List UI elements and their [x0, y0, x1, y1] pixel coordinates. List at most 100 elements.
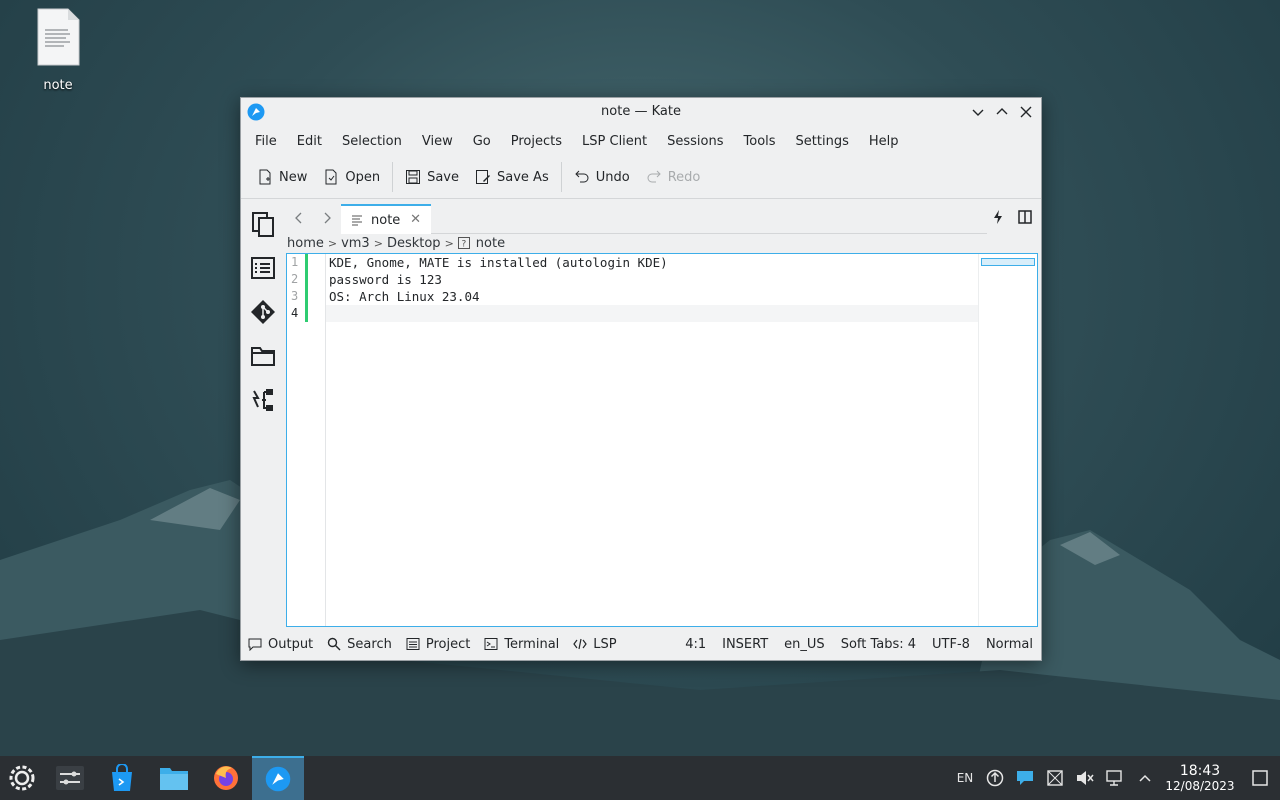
terminal-panel-button[interactable]: Terminal	[477, 637, 566, 652]
indentation-settings[interactable]: Soft Tabs: 4	[833, 637, 924, 652]
terminal-label: Terminal	[504, 636, 560, 652]
left-sidebar	[241, 202, 285, 622]
menu-tools[interactable]: Tools	[734, 134, 786, 149]
file-encoding[interactable]: UTF-8	[924, 637, 978, 652]
chevron-right-icon: >	[327, 236, 338, 250]
breadcrumb-desktop[interactable]: Desktop	[387, 236, 441, 251]
taskbar-discover[interactable]	[96, 756, 148, 800]
text-editor[interactable]: 1 2 3 4 KDE, Gnome, MATE is installed (a…	[286, 253, 1038, 627]
taskbar-file-manager[interactable]	[148, 756, 200, 800]
minimap-viewport[interactable]	[981, 258, 1035, 266]
svg-text:?: ?	[461, 240, 466, 250]
save-icon	[406, 170, 421, 184]
open-button[interactable]: Open	[315, 161, 388, 193]
volume-tray-button[interactable]	[1070, 770, 1100, 786]
code-line[interactable]: OS: Arch Linux 23.04	[326, 288, 979, 305]
chevron-down-icon	[972, 109, 984, 116]
menu-selection[interactable]: Selection	[332, 134, 412, 149]
cursor-position[interactable]: 4:1	[677, 637, 714, 652]
documents-panel-button[interactable]	[241, 202, 285, 246]
menu-projects[interactable]: Projects	[501, 134, 572, 149]
menu-go[interactable]: Go	[463, 134, 501, 149]
close-icon	[1020, 106, 1032, 118]
store-bag-icon	[112, 764, 132, 791]
redo-button[interactable]: Redo	[638, 161, 709, 193]
output-panel-button[interactable]: Output	[241, 637, 320, 652]
minimize-button[interactable]	[969, 103, 987, 121]
breadcrumb: home > vm3 > Desktop > ? note	[287, 234, 505, 252]
git-panel-button[interactable]	[241, 290, 285, 334]
chevron-right-icon[interactable]	[319, 210, 335, 226]
application-launcher[interactable]	[0, 756, 44, 800]
new-button[interactable]: New	[249, 161, 315, 193]
notes-tray-button[interactable]	[1010, 769, 1040, 787]
code-line[interactable]: KDE, Gnome, MATE is installed (autologin…	[326, 254, 979, 271]
projects-panel-button[interactable]	[241, 378, 285, 422]
menu-file[interactable]: File	[245, 134, 287, 149]
updates-tray-button[interactable]	[980, 769, 1010, 787]
symbols-panel-button[interactable]	[241, 246, 285, 290]
show-desktop-button[interactable]	[1240, 770, 1280, 786]
input-mode[interactable]: INSERT	[714, 637, 776, 652]
minimap[interactable]	[978, 254, 1037, 626]
menu-lsp-client[interactable]: LSP Client	[572, 134, 657, 149]
system-tray: EN 18:43 12/08/2023	[950, 756, 1280, 800]
split-view-button[interactable]	[1016, 208, 1034, 226]
chevron-right-icon: >	[444, 236, 454, 250]
close-button[interactable]	[1017, 103, 1035, 121]
breadcrumb-vm3[interactable]: vm3	[341, 236, 370, 251]
keyboard-layout[interactable]: EN	[950, 771, 980, 785]
breadcrumb-home[interactable]: home	[287, 236, 324, 251]
quick-open-button[interactable]	[989, 208, 1007, 226]
main-toolbar: New Open Save Save As Undo Redo	[241, 156, 1041, 199]
syntax-mode[interactable]: Normal	[978, 637, 1041, 652]
menu-help[interactable]: Help	[859, 134, 909, 149]
save-button[interactable]: Save	[397, 161, 467, 193]
digital-clock[interactable]: 18:43 12/08/2023	[1160, 763, 1240, 793]
menu-view[interactable]: View	[412, 134, 463, 149]
project-panel-button[interactable]: Project	[399, 637, 477, 652]
search-icon	[327, 637, 341, 651]
code-line[interactable]: password is 123	[326, 271, 979, 288]
undo-button[interactable]: Undo	[566, 161, 638, 193]
list-icon	[406, 638, 420, 650]
chevron-right-icon: >	[373, 236, 383, 250]
menu-sessions[interactable]: Sessions	[657, 134, 733, 149]
menu-settings[interactable]: Settings	[786, 134, 859, 149]
menu-edit[interactable]: Edit	[287, 134, 332, 149]
list-icon	[251, 257, 275, 279]
search-panel-button[interactable]: Search	[320, 637, 399, 652]
taskbar-kate[interactable]	[252, 756, 304, 800]
code-icon	[573, 638, 588, 650]
chevron-left-icon[interactable]	[291, 210, 307, 226]
network-tray-button[interactable]	[1100, 770, 1130, 786]
toolbar-separator	[560, 162, 562, 192]
toolbar-separator	[392, 162, 394, 192]
taskbar: EN 18:43 12/08/2023	[0, 756, 1280, 800]
breadcrumb-note[interactable]: note	[476, 236, 505, 251]
network-wired-icon	[1106, 770, 1122, 786]
project-label: Project	[425, 636, 471, 652]
screenshot-tray-button[interactable]	[1040, 770, 1070, 786]
code-line-current[interactable]	[326, 305, 979, 322]
dictionary-language[interactable]: en_US	[776, 637, 833, 652]
title-bar[interactable]: note — Kate	[241, 98, 1041, 126]
text-file-icon	[352, 215, 362, 226]
new-button-label: New	[279, 169, 308, 185]
save-button-label: Save	[427, 169, 460, 185]
tray-expand-button[interactable]	[1130, 773, 1160, 783]
lsp-panel-button[interactable]: LSP	[566, 637, 623, 652]
menu-bar: File Edit Selection View Go Projects LSP…	[241, 126, 1041, 156]
close-tab-icon[interactable]: ✕	[410, 212, 421, 227]
clock-date: 12/08/2023	[1165, 779, 1235, 793]
filesystem-panel-button[interactable]	[241, 334, 285, 378]
output-label: Output	[268, 636, 314, 652]
tab-note[interactable]: note ✕	[341, 204, 431, 234]
save-as-button[interactable]: Save As	[467, 161, 557, 193]
code-area[interactable]: KDE, Gnome, MATE is installed (autologin…	[326, 254, 979, 322]
taskbar-firefox[interactable]	[200, 756, 252, 800]
taskbar-settings[interactable]	[44, 756, 96, 800]
desktop-icon-note[interactable]: note	[28, 8, 88, 93]
project-tree-icon	[252, 389, 273, 411]
maximize-button[interactable]	[993, 103, 1011, 121]
